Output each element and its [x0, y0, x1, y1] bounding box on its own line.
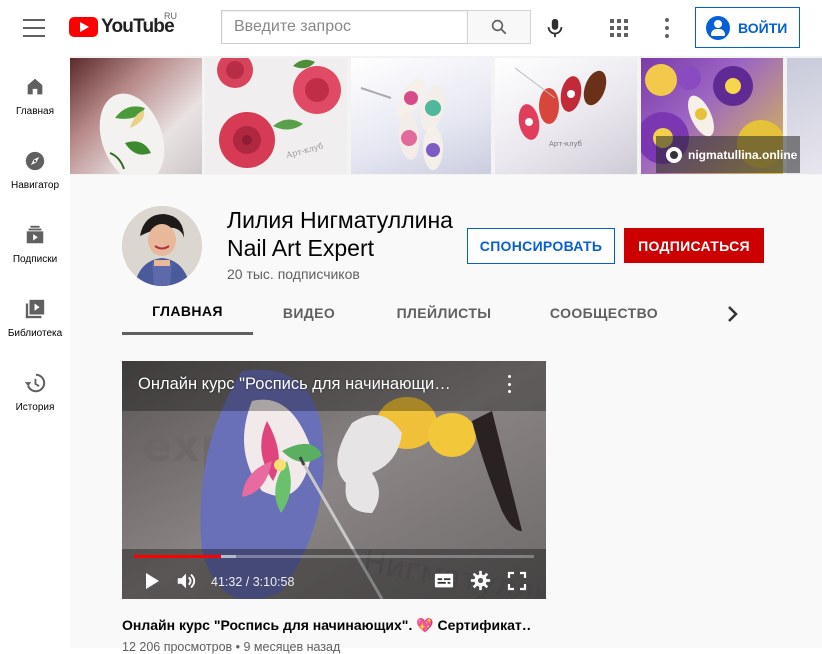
time-display: 41:32 / 3:10:58: [211, 575, 295, 589]
tab-home[interactable]: ГЛАВНАЯ: [122, 290, 253, 335]
channel-avatar[interactable]: [122, 206, 202, 286]
search-button[interactable]: [467, 10, 531, 44]
banner-image-2: Арт-клуб: [205, 58, 347, 174]
search-icon: [491, 19, 507, 35]
search-input[interactable]: [221, 10, 467, 44]
region-code: RU: [164, 11, 177, 21]
subtitles-icon[interactable]: [433, 571, 455, 591]
banner-website-link[interactable]: nigmatullina.online: [656, 136, 800, 173]
banner-image-4: Арт-клуб: [495, 58, 637, 174]
banner-link-text: nigmatullina.online: [688, 147, 798, 162]
featured-video-title[interactable]: Онлайн курс "Роспись для начинающих". 💖 …: [122, 617, 532, 634]
volume-icon[interactable]: [175, 570, 197, 592]
mini-guide: Главная Навигатор Подписки Библиотека Ис…: [0, 56, 70, 648]
settings-gear-icon[interactable]: [470, 570, 491, 591]
progress-played: [134, 555, 222, 558]
history-icon: [24, 373, 46, 393]
sidebar-item-label: Главная: [15, 106, 55, 117]
settings-more-icon[interactable]: [664, 18, 670, 38]
signin-label: ВОЙТИ: [738, 19, 788, 36]
website-favicon-icon: [666, 146, 682, 163]
sidebar-item-subscriptions[interactable]: Подписки: [0, 222, 70, 282]
player-more-icon[interactable]: [504, 375, 514, 393]
svg-text:Арт-клуб: Арт-клуб: [549, 140, 582, 148]
apps-grid-icon[interactable]: [610, 19, 628, 37]
video-frame-image: expert Нигматулли: [122, 361, 546, 599]
channel-name: Лилия Нигматуллина Nail Art Expert: [227, 207, 453, 261]
chevron-right-icon[interactable]: [720, 302, 744, 326]
search-box: [221, 10, 531, 44]
compass-icon: [25, 151, 45, 171]
channel-tabs: ГЛАВНАЯ ВИДЕО ПЛЕЙЛИСТЫ СООБЩЕСТВО: [70, 290, 822, 335]
featured-video-meta: 12 206 просмотров • 9 месяцев назад: [122, 640, 341, 654]
signin-button[interactable]: ВОЙТИ: [695, 7, 800, 48]
sidebar-item-label: Навигатор: [10, 180, 60, 191]
home-icon: [27, 78, 43, 95]
youtube-logo[interactable]: YouTube: [69, 14, 175, 40]
tab-community[interactable]: СООБЩЕСТВО: [523, 290, 685, 335]
sponsor-button[interactable]: СПОНСИРОВАТЬ: [467, 228, 615, 264]
masthead: YouTube RU ВОЙТИ: [0, 0, 822, 56]
featured-video-player[interactable]: expert Нигматулли Онлайн курс "Роспись д…: [122, 361, 546, 599]
sidebar-item-label: Подписки: [12, 254, 58, 265]
svg-text:Арт-клуб: Арт-клуб: [285, 141, 324, 160]
fullscreen-icon[interactable]: [507, 571, 527, 591]
subscriber-count: 20 тыс. подписчиков: [227, 266, 360, 282]
banner-image-1: [70, 58, 202, 174]
sidebar-item-label: История: [15, 402, 55, 413]
microphone-icon[interactable]: [544, 16, 566, 40]
account-icon: [706, 15, 730, 40]
sidebar-item-label: Библиотека: [7, 328, 63, 339]
logo-text: YouTube: [101, 16, 175, 37]
player-overlay-title[interactable]: Онлайн курс "Роспись для начинающи…: [138, 375, 483, 394]
video-progress-bar[interactable]: [134, 555, 534, 558]
subscribe-button[interactable]: ПОДПИСАТЬСЯ: [624, 228, 764, 263]
sidebar-item-history[interactable]: История: [0, 370, 70, 430]
sidebar-item-explore[interactable]: Навигатор: [0, 148, 70, 208]
sidebar-item-library[interactable]: Библиотека: [0, 296, 70, 356]
sidebar-item-home[interactable]: Главная: [0, 74, 70, 134]
menu-icon[interactable]: [20, 16, 48, 40]
banner-image-3: [351, 58, 491, 174]
library-icon: [25, 299, 45, 319]
tab-playlists[interactable]: ПЛЕЙЛИСТЫ: [365, 290, 523, 335]
play-icon[interactable]: [142, 571, 162, 591]
tab-videos[interactable]: ВИДЕО: [253, 290, 365, 335]
youtube-play-icon: [69, 17, 98, 37]
subscriptions-icon: [26, 225, 44, 244]
